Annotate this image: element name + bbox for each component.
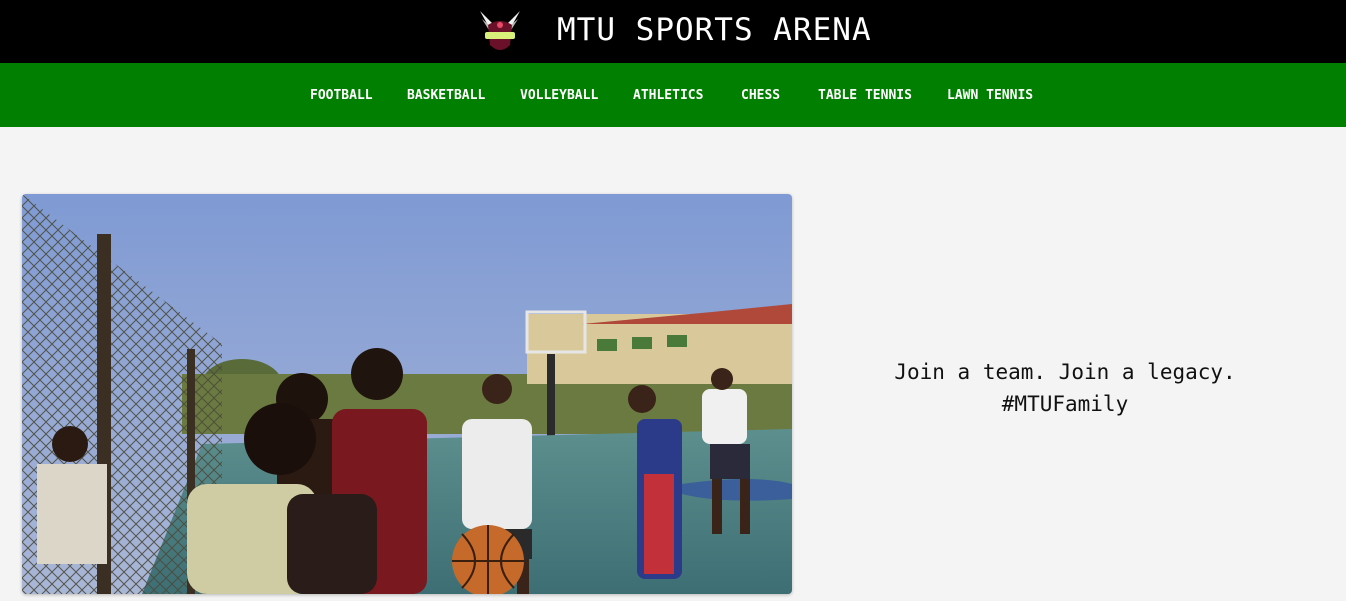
nav-item-volleyball[interactable]: VOLLEYBALL bbox=[520, 88, 598, 103]
tagline-line-1: Join a team. Join a legacy. bbox=[894, 360, 1236, 384]
nav-item-lawn-tennis[interactable]: LAWN TENNIS bbox=[947, 88, 1033, 103]
nav-item-basketball[interactable]: BASKETBALL bbox=[407, 88, 485, 103]
nav-item-table-tennis[interactable]: TABLE TENNIS bbox=[818, 88, 912, 103]
top-header: MTU SPORTS ARENA bbox=[0, 0, 1346, 63]
nav-item-chess[interactable]: CHESS bbox=[741, 88, 780, 103]
nav-item-athletics[interactable]: ATHLETICS bbox=[633, 88, 703, 103]
nav-item-football[interactable]: FOOTBALL bbox=[310, 88, 373, 103]
site-title: MTU SPORTS ARENA bbox=[557, 12, 872, 48]
basketball-court-photo bbox=[22, 194, 792, 594]
winged-crest-logo-icon[interactable] bbox=[474, 5, 526, 57]
sports-nav: FOOTBALL BASKETBALL VOLLEYBALL ATHLETICS… bbox=[0, 63, 1346, 127]
tagline: Join a team. Join a legacy. #MTUFamily bbox=[830, 356, 1300, 420]
tagline-hashtag: #MTUFamily bbox=[1001, 392, 1129, 416]
